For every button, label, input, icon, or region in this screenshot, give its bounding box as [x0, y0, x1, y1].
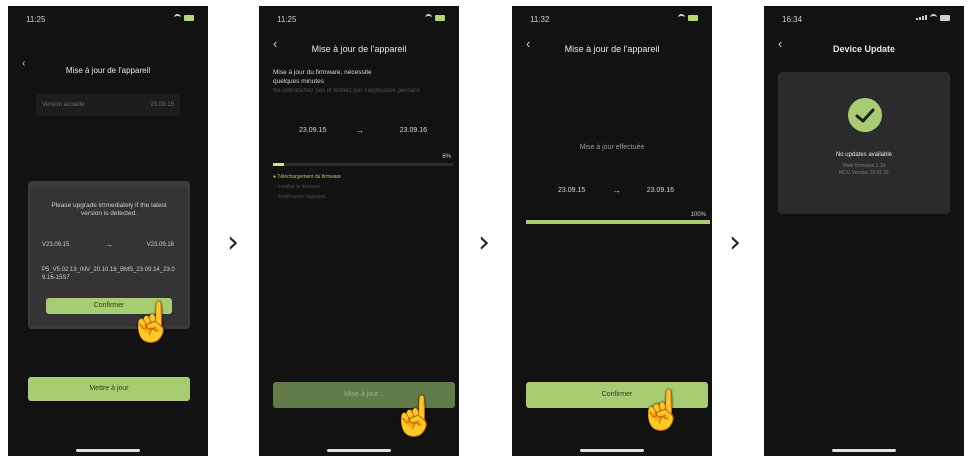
page-title: Mise à jour de l'appareil	[564, 44, 660, 54]
from-version: 23.09.15	[558, 187, 586, 194]
phone-screen-1: 11:25 ‹ Mise à jour de l'appareil Versio…	[8, 6, 208, 456]
version-value: 23.09.15	[150, 102, 174, 108]
phone-screen-3: 11:32 ‹ Mise à jour de l'appareil Mise à…	[512, 6, 712, 456]
phone-screen-4: 16:34 ‹ Device Update No updates availab…	[764, 6, 964, 456]
page-title: Mise à jour de l'appareil	[311, 44, 407, 54]
home-indicator	[580, 449, 644, 452]
battery-icon	[435, 14, 445, 21]
progress-percent: 100%	[690, 212, 706, 218]
step-list: ● Téléchargement du firmware ○ Installer…	[273, 174, 341, 204]
next-step-chevron-1: ›	[227, 225, 239, 260]
status-time: 11:25	[277, 15, 297, 24]
version-arrow: →	[355, 125, 364, 135]
status-time: 11:25	[26, 15, 46, 24]
page-title: Mise à jour de l'appareil	[65, 66, 151, 75]
wifi-icon	[930, 14, 937, 21]
status-time: 11:32	[530, 15, 550, 24]
status-icons	[174, 14, 194, 21]
version-label: Version actuelle	[42, 102, 85, 108]
next-step-chevron-3: ›	[729, 225, 741, 260]
page-title: Device Update	[832, 44, 896, 54]
step-item: ● Téléchargement du firmware	[273, 174, 341, 180]
battery-icon	[184, 14, 194, 21]
tap-hand-icon: ☝	[128, 302, 176, 344]
update-status-card: No updates available Main firmware 1.14 …	[778, 72, 950, 214]
version-row: Version actuelle 23.09.15	[36, 94, 180, 116]
mcu-line: MCU Version 20.01.01	[838, 170, 890, 176]
wifi-icon	[678, 14, 685, 21]
from-version: V23.09.15	[42, 242, 70, 248]
progress-percent: 6%	[442, 154, 451, 160]
checkmark-icon	[855, 108, 875, 123]
description-line-1: Mise à jour du firmware, nécessite	[273, 69, 372, 76]
step-item: ○ Installer le firmware	[273, 184, 321, 190]
update-button[interactable]: Mettre à jour	[28, 377, 190, 401]
phone-screen-2: 11:25 ‹ Mise à jour de l'appareil Mise à…	[259, 6, 459, 456]
status-text: Mise à jour effectuée	[579, 144, 645, 151]
to-version: 23.09.16	[646, 187, 674, 194]
progress-fill	[273, 163, 284, 166]
check-icon	[848, 98, 882, 132]
tap-hand-icon: ☝	[391, 396, 439, 438]
version-arrow: →	[612, 185, 621, 195]
to-version: 23.09.16	[399, 127, 427, 134]
status-time: 16:34	[782, 15, 803, 24]
description-line-3: Ne débranchez pas et fermez pas l'applic…	[273, 88, 420, 94]
progress-track	[526, 220, 710, 224]
progress-fill	[526, 220, 710, 224]
dialog-text: Please upgrade immediately if the latest…	[51, 202, 167, 217]
description-line-2: quelques minutes	[273, 78, 324, 85]
tap-hand-icon: ☝	[638, 390, 686, 432]
package-name: P5_V5.02.13_INV_20.10.16_BMS_23.09.14_23…	[42, 267, 175, 281]
home-indicator	[832, 449, 896, 452]
step-item: ○ Redémarrer l'appareil	[273, 194, 326, 200]
from-version: 23.09.15	[299, 127, 327, 134]
wifi-icon	[174, 14, 181, 21]
status-text: No updates available	[835, 152, 893, 158]
battery-icon	[688, 14, 698, 21]
progress-track	[273, 163, 453, 166]
to-version: V23.09.16	[146, 242, 174, 248]
status-icons	[425, 14, 445, 21]
home-indicator	[76, 449, 140, 452]
wifi-icon	[425, 14, 432, 21]
firmware-line: Main firmware 1.14	[842, 163, 886, 169]
signal-icon	[916, 15, 927, 20]
battery-icon	[940, 14, 950, 21]
version-arrow: →	[105, 240, 113, 249]
status-icons	[916, 14, 950, 21]
next-step-chevron-2: ›	[478, 225, 490, 260]
home-indicator	[327, 449, 391, 452]
status-icons	[678, 14, 698, 21]
